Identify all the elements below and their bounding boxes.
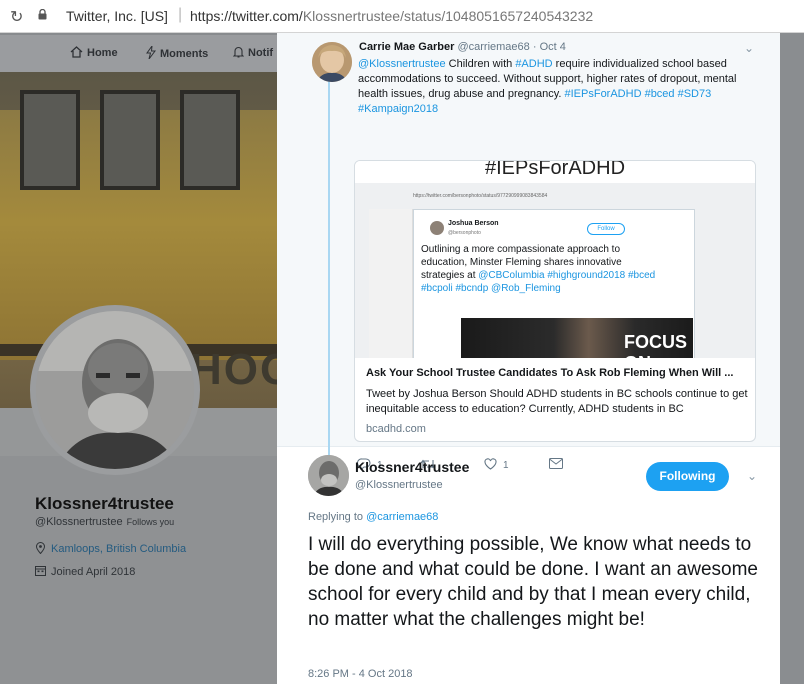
- parent-author-name[interactable]: Carrie Mae Garber: [359, 41, 454, 53]
- card-domain: bcadhd.com: [366, 423, 426, 435]
- envelope-icon: [549, 458, 563, 469]
- chevron-down-icon[interactable]: ⌄: [744, 41, 754, 55]
- embedded-tweet-screenshot: Joshua Berson @bersonphoto Follow Outlin…: [413, 209, 695, 358]
- nav-moments[interactable]: Moments: [146, 44, 209, 60]
- nav-moments-label: Moments: [160, 48, 209, 60]
- follows-you-badge: Follows you: [126, 517, 175, 527]
- bell-icon: [232, 46, 245, 58]
- parent-tweet-header: Carrie Mae Garber @carriemae68 · Oct 4: [359, 41, 566, 53]
- embedded-avatar: [430, 221, 444, 235]
- like-count: 1: [503, 460, 509, 471]
- embedded-author-name: Joshua Berson: [448, 220, 499, 227]
- banner-bus-window: [180, 90, 240, 190]
- card-image: #IEPsForADHD https://twitter.com/bersonp…: [355, 161, 755, 358]
- card-image-header: #IEPsForADHD: [355, 161, 755, 183]
- profile-location-row[interactable]: Kamloops, British Columbia: [35, 542, 186, 555]
- tweet-permalink-modal: Carrie Mae Garber @carriemae68 · Oct 4 ⌄…: [277, 33, 780, 684]
- heart-icon: [484, 458, 497, 470]
- main-tweet-avatar[interactable]: [308, 455, 349, 496]
- home-icon: [70, 46, 83, 58]
- url-host: https://twitter.com/: [190, 8, 303, 24]
- address-separator: |: [178, 6, 183, 23]
- calendar-icon: [35, 566, 46, 576]
- card-image-sidebar: [369, 209, 413, 358]
- parent-avatar-photo: [312, 42, 352, 82]
- lock-icon: [38, 9, 47, 20]
- nav-home[interactable]: Home: [70, 46, 118, 59]
- reload-icon[interactable]: ↻: [10, 7, 23, 27]
- main-tweet-text: I will do everything possible, We know w…: [308, 534, 758, 630]
- like-action[interactable]: 1: [484, 458, 509, 471]
- chevron-down-icon[interactable]: ⌄: [747, 469, 757, 483]
- embedded-tweet-text: Outlining a more compassionate approach …: [421, 243, 661, 295]
- main-author-handle[interactable]: @Klossnertrustee: [355, 479, 443, 491]
- nav-notifications-label: Notif: [248, 47, 274, 59]
- banner-bus-window: [100, 90, 160, 190]
- embedded-link: @CBColumbia: [478, 270, 545, 281]
- card-description: Tweet by Joshua Berson Should ADHD stude…: [366, 388, 748, 415]
- profile-handle-row: @Klossnertrustee Follows you: [35, 516, 174, 528]
- lightning-icon: [146, 44, 156, 60]
- right-backdrop: [780, 33, 804, 684]
- browser-address-bar[interactable]: ↻ Twitter, Inc. [US] | https://twitter.c…: [0, 0, 804, 33]
- embedded-author-handle: @bersonphoto: [448, 230, 481, 236]
- message-action[interactable]: [549, 458, 563, 470]
- profile-avatar[interactable]: [30, 305, 200, 475]
- mention-link[interactable]: @Klossnertrustee: [358, 58, 446, 70]
- banner-bus-window: [20, 90, 80, 190]
- header-dot: ·: [532, 41, 537, 53]
- nav-home-label: Home: [87, 47, 118, 59]
- parent-tweet-avatar[interactable]: [312, 42, 352, 82]
- url-path: Klossnertrustee/status/10480516572405432…: [302, 8, 594, 24]
- profile-name[interactable]: Klossner4trustee: [35, 494, 174, 514]
- parent-tweet-text: @Klossnertrustee Children with #ADHD req…: [358, 57, 758, 117]
- site-owner-label: Twitter, Inc. [US]: [66, 8, 168, 24]
- profile-avatar-photo: [36, 311, 194, 469]
- profile-joined-row: Joined April 2018: [35, 565, 135, 578]
- embedded-photo-caption: FOCUS ON: [624, 332, 687, 358]
- parent-tweet-date[interactable]: Oct 4: [540, 41, 566, 53]
- parent-text-part: Children with: [448, 58, 513, 70]
- main-author-name[interactable]: Klossner4trustee: [355, 459, 469, 475]
- main-avatar-photo: [308, 455, 349, 496]
- profile-joined: Joined April 2018: [51, 566, 136, 578]
- parent-author-handle[interactable]: @carriemae68: [457, 41, 529, 53]
- card-image-url: https://twitter.com/bersonphoto/status/9…: [413, 193, 548, 199]
- following-button[interactable]: Following: [646, 462, 729, 491]
- conversation-thread-line: [328, 73, 330, 458]
- replying-to-link[interactable]: @carriemae68: [366, 511, 438, 523]
- nav-notifications[interactable]: Notif: [232, 46, 274, 59]
- url-text[interactable]: https://twitter.com/Klossnertrustee/stat…: [190, 8, 593, 24]
- replying-to-row: Replying to @carriemae68: [308, 511, 438, 523]
- replying-to-label: Replying to: [308, 511, 364, 523]
- link-preview-card[interactable]: #IEPsForADHD https://twitter.com/bersonp…: [354, 160, 756, 442]
- embedded-follow-button: Follow: [587, 223, 625, 235]
- card-title[interactable]: Ask Your School Trustee Candidates To As…: [366, 367, 733, 379]
- hashtag-link[interactable]: #ADHD: [515, 58, 552, 70]
- location-pin-icon: [35, 542, 46, 555]
- profile-handle: @Klossnertrustee: [35, 516, 123, 528]
- profile-location: Kamloops, British Columbia: [51, 543, 187, 555]
- main-tweet-timestamp[interactable]: 8:26 PM - 4 Oct 2018: [308, 668, 413, 680]
